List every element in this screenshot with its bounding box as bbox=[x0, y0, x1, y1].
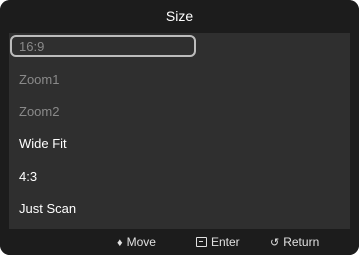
menu-item-wide-fit[interactable]: Wide Fit bbox=[9, 130, 350, 158]
menu-item-just-scan[interactable]: Just Scan bbox=[9, 195, 350, 223]
enter-icon bbox=[196, 237, 207, 247]
menu-item-zoom1[interactable]: Zoom1 bbox=[9, 66, 350, 94]
return-label: Return bbox=[283, 235, 320, 249]
menu-item-label: 16:9 bbox=[19, 39, 45, 54]
menu-item-4-3[interactable]: 4:3 bbox=[9, 163, 350, 191]
return-icon: ↺ bbox=[270, 237, 280, 249]
menu-item-zoom2[interactable]: Zoom2 bbox=[9, 98, 350, 126]
menu-title: Size bbox=[0, 0, 359, 33]
menu-item-label: Wide Fit bbox=[19, 136, 67, 151]
menu-options-panel: 16:9 Zoom1 Zoom2 Wide Fit 4:3 Just Scan bbox=[9, 33, 350, 229]
move-label: Move bbox=[126, 235, 156, 249]
menu-item-label: Just Scan bbox=[19, 201, 77, 216]
return-hint: ↺ Return bbox=[270, 229, 319, 255]
menu-item-16-9[interactable]: 16:9 bbox=[9, 33, 350, 61]
move-hint: ♦ Move bbox=[117, 229, 156, 255]
footer-hints: ♦ Move Enter ↺ Return bbox=[0, 229, 359, 255]
menu-item-label: 4:3 bbox=[19, 169, 38, 184]
up-down-arrow-icon: ♦ bbox=[117, 237, 123, 249]
size-menu-window: Size 16:9 Zoom1 Zoom2 Wide Fit 4:3 Just … bbox=[0, 0, 359, 255]
menu-item-label: Zoom2 bbox=[19, 104, 60, 119]
menu-item-label: Zoom1 bbox=[19, 72, 60, 87]
enter-label: Enter bbox=[211, 235, 240, 249]
enter-hint: Enter bbox=[196, 229, 240, 255]
